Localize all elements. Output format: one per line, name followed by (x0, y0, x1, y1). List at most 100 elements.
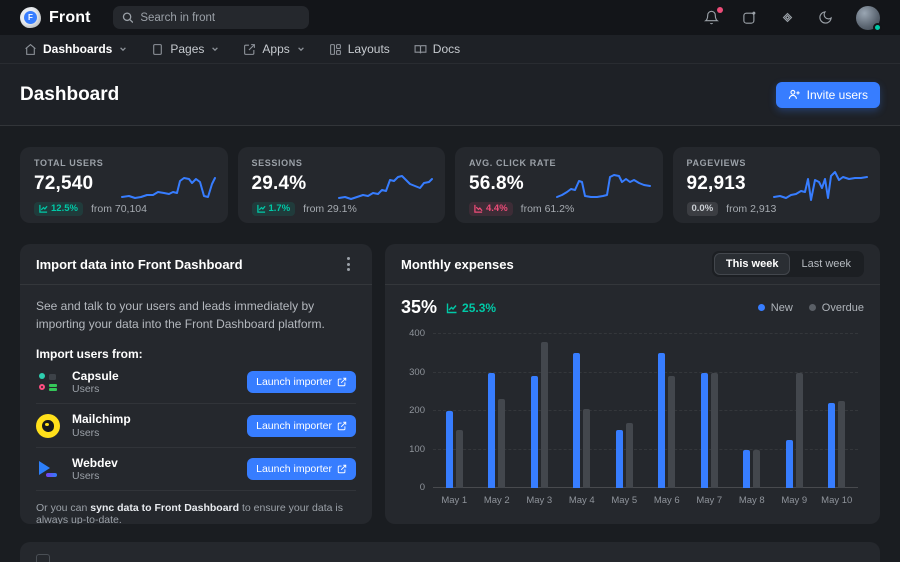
nav-item-apps[interactable]: Apps (243, 42, 304, 56)
x-axis-label: May 1 (433, 495, 476, 506)
legend-dot-new (758, 304, 765, 311)
trend-up-icon (446, 302, 458, 314)
bar-overdue (753, 450, 760, 489)
trend-up-icon (39, 204, 48, 213)
book-icon (414, 43, 427, 56)
front-logo-icon: F (20, 7, 41, 28)
launch-importer-button-capsule[interactable]: Launch importer (247, 371, 356, 393)
bar-group: May 8 (731, 334, 774, 488)
import-row-webdev: Webdev Users Launch importer (36, 448, 356, 491)
chevron-down-icon (297, 45, 305, 53)
bar-group: May 9 (773, 334, 816, 488)
launch-importer-button-webdev[interactable]: Launch importer (247, 458, 356, 480)
nav-item-docs[interactable]: Docs (414, 42, 460, 56)
activity-button[interactable] (742, 10, 757, 25)
x-axis-label: May 9 (773, 495, 816, 506)
chevron-down-icon (119, 45, 127, 53)
bar-new (531, 376, 538, 488)
x-axis-label: May 5 (603, 495, 646, 506)
bar-new (488, 373, 495, 489)
moon-icon (818, 10, 833, 25)
bar-overdue (711, 373, 718, 489)
bar-overdue (456, 430, 463, 488)
global-search[interactable] (113, 6, 309, 29)
next-section-card-partial (20, 542, 880, 562)
stat-card-sessions: SESSIONS 29.4% 1.7% from 29.1% (238, 147, 446, 223)
topbar: F Front (0, 0, 900, 35)
import-footer: Or you can sync data to Front Dashboard … (36, 491, 356, 524)
stat-from: from 2,913 (726, 203, 776, 215)
bar-group: May 10 (816, 334, 859, 488)
notification-dot (717, 7, 723, 13)
external-link-icon (337, 464, 347, 474)
invite-users-button[interactable]: Invite users (776, 82, 880, 108)
sync-data-link[interactable]: sync data to Front Dashboard (90, 502, 239, 514)
bar-groups: May 1May 2May 3May 4May 5May 6May 7May 8… (433, 334, 858, 488)
stats-row: TOTAL USERS 72,540 12.5% from 70,104 SES… (20, 147, 880, 223)
bar-overdue (796, 373, 803, 489)
bar-group: May 3 (518, 334, 561, 488)
expenses-change: 25.3% (446, 301, 496, 315)
chevron-down-icon (211, 45, 219, 53)
page-title: Dashboard (20, 84, 119, 106)
launch-importer-button-mailchimp[interactable]: Launch importer (247, 415, 356, 437)
legend-item-new[interactable]: New (758, 302, 793, 314)
y-axis-tick: 0 (401, 482, 425, 493)
notifications-button[interactable] (704, 10, 719, 25)
bar-new (701, 373, 708, 489)
mailchimp-logo-icon (36, 414, 60, 438)
front-logo[interactable]: F Front (20, 7, 91, 28)
import-card-title: Import data into Front Dashboard (36, 257, 243, 272)
bar-new (446, 411, 453, 488)
bar-group: May 6 (646, 334, 689, 488)
monthly-expenses-card: Monthly expenses This week Last week 35%… (385, 244, 880, 524)
widgets-button[interactable] (780, 10, 795, 25)
bell-icon (704, 10, 719, 25)
layout-grid-icon (329, 43, 342, 56)
change-badge: 4.4% (469, 202, 513, 216)
toggle-this-week[interactable]: This week (714, 253, 791, 275)
stat-card-pageviews: PAGEVIEWS 92,913 0.0% from 2,913 (673, 147, 881, 223)
brand-name: Front (49, 9, 91, 27)
expenses-chart: 0100200300400May 1May 2May 3May 4May 5Ma… (401, 326, 864, 514)
user-avatar[interactable] (856, 6, 880, 30)
search-input[interactable] (140, 12, 299, 24)
import-description: See and talk to your users and leads imm… (36, 297, 356, 333)
bar-overdue (541, 342, 548, 488)
sparkline-total-users (120, 167, 216, 209)
legend-item-overdue[interactable]: Overdue (809, 302, 864, 314)
toggle-last-week[interactable]: Last week (790, 253, 862, 275)
nav-item-dashboards[interactable]: Dashboards (24, 42, 127, 56)
dark-mode-toggle[interactable] (818, 10, 833, 25)
chart-legend: New Overdue (758, 302, 864, 314)
nav-item-pages[interactable]: Pages (151, 42, 219, 56)
bar-overdue (583, 409, 590, 488)
x-axis-label: May 6 (646, 495, 689, 506)
placeholder-icon (36, 554, 50, 562)
bar-overdue (838, 401, 845, 488)
legend-dot-overdue (809, 304, 816, 311)
change-badge: 1.7% (252, 202, 296, 216)
bar-group: May 1 (433, 334, 476, 488)
bar-group: May 7 (688, 334, 731, 488)
sparkline-click-rate (555, 167, 651, 209)
bar-new (658, 353, 665, 488)
import-row-capsule: Capsule Users Launch importer (36, 361, 356, 404)
y-axis-tick: 400 (401, 328, 425, 339)
stat-card-click-rate: AVG. CLICK RATE 56.8% 4.4% from 61.2% (455, 147, 663, 223)
trend-down-icon (474, 204, 483, 213)
capsule-logo-icon (36, 370, 60, 394)
page-icon (151, 43, 164, 56)
widgets-diamond-icon (780, 10, 795, 25)
expenses-card-title: Monthly expenses (401, 257, 514, 272)
nav-item-layouts[interactable]: Layouts (329, 42, 390, 56)
search-icon (122, 11, 134, 24)
bar-overdue (626, 423, 633, 488)
bar-new (616, 430, 623, 488)
bar-new (573, 353, 580, 488)
import-row-mailchimp: Mailchimp Users Launch importer (36, 404, 356, 447)
kebab-menu-button[interactable] (341, 253, 356, 275)
external-link-icon (337, 421, 347, 431)
y-axis-tick: 200 (401, 405, 425, 416)
bar-group: May 4 (561, 334, 604, 488)
